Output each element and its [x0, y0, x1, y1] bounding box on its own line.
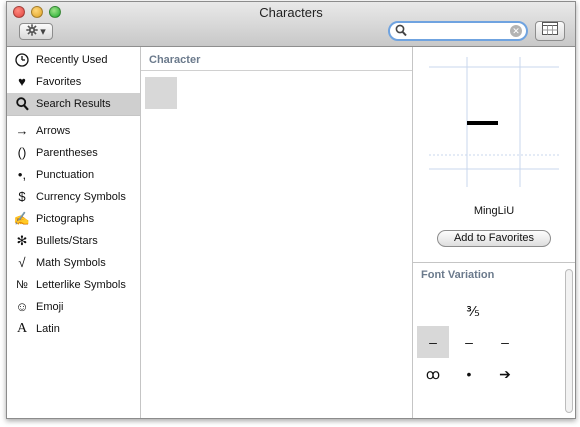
- characters-window: Characters ▾ ✕ Recently Used ♥ Favorites…: [6, 1, 576, 419]
- sidebar-item-label: Recently Used: [36, 54, 108, 66]
- font-name-label: MingLiU: [473, 205, 515, 217]
- sidebar-item-favorites[interactable]: ♥ Favorites: [7, 71, 140, 93]
- sqrt-icon: √: [18, 255, 26, 270]
- sidebar-item-letterlike-symbols[interactable]: № Letterlike Symbols: [7, 274, 140, 296]
- search-icon: [14, 97, 30, 111]
- sidebar-item-latin[interactable]: A Latin: [7, 318, 140, 340]
- variation-glyph[interactable]: •: [453, 358, 485, 390]
- sidebar-divider: [7, 115, 140, 116]
- pictograph-icon: ✍: [13, 211, 31, 226]
- variation-glyph[interactable]: –: [453, 326, 485, 358]
- sidebar-item-arrows[interactable]: → Arrows: [7, 120, 140, 142]
- sidebar-item-math-symbols[interactable]: √ Math Symbols: [7, 252, 140, 274]
- variation-glyph[interactable]: ➔: [489, 358, 521, 390]
- latin-a-icon: A: [16, 321, 28, 336]
- character-detail-panel: MingLiU Add to Favorites Font Variation …: [413, 47, 575, 418]
- chevron-down-icon: ▾: [40, 26, 46, 38]
- font-variation-header: Font Variation: [421, 269, 495, 281]
- dollar-icon: $: [18, 189, 26, 204]
- variation-glyph[interactable]: ꝏ: [417, 358, 449, 390]
- add-to-favorites-button[interactable]: Add to Favorites: [437, 230, 551, 247]
- variation-glyph[interactable]: –: [489, 326, 521, 358]
- sidebar-item-currency-symbols[interactable]: $ Currency Symbols: [7, 186, 140, 208]
- sidebar-item-label: Latin: [36, 323, 60, 335]
- sidebar-item-label: Punctuation: [36, 169, 95, 181]
- search-field[interactable]: ✕: [388, 21, 528, 41]
- search-input[interactable]: [410, 24, 506, 38]
- gear-icon: [26, 24, 38, 39]
- sidebar-item-emoji[interactable]: ☺ Emoji: [7, 296, 140, 318]
- variation-glyph[interactable]: –: [417, 326, 449, 358]
- sidebar-item-label: Letterlike Symbols: [36, 279, 126, 291]
- character-column-header: Character: [141, 47, 412, 71]
- search-icon: [395, 24, 407, 42]
- heart-icon: ♥: [18, 74, 26, 89]
- character-palette-button[interactable]: [535, 21, 565, 41]
- clock-icon: [14, 53, 30, 67]
- sidebar-item-label: Currency Symbols: [36, 191, 126, 203]
- character-cell[interactable]: [145, 77, 177, 109]
- sidebar-item-label: Parentheses: [36, 147, 98, 159]
- clear-search-icon[interactable]: ✕: [510, 25, 522, 37]
- variation-glyph[interactable]: ⅗: [457, 295, 489, 327]
- category-sidebar: Recently Used ♥ Favorites Search Results…: [7, 47, 141, 418]
- font-variation-scrollbar[interactable]: [565, 269, 573, 413]
- punctuation-icon: •,: [17, 167, 27, 182]
- sidebar-item-recently-used[interactable]: Recently Used: [7, 49, 140, 71]
- numero-icon: №: [16, 279, 28, 291]
- action-menu-button[interactable]: ▾: [19, 23, 53, 40]
- sidebar-item-bullets-stars[interactable]: ✻ Bullets/Stars: [7, 230, 140, 252]
- font-variation-section: Font Variation ⅗ – – – ꝏ • ➔: [413, 262, 575, 418]
- grid-icon: [542, 22, 558, 40]
- sidebar-item-parentheses[interactable]: () Parentheses: [7, 142, 140, 164]
- sidebar-item-label: Arrows: [36, 125, 71, 137]
- sidebar-item-pictographs[interactable]: ✍ Pictographs: [7, 208, 140, 230]
- asterisk-icon: ✻: [16, 233, 28, 248]
- character-list: Character: [141, 47, 413, 418]
- parentheses-icon: (): [17, 145, 27, 160]
- window-title: Characters: [259, 5, 323, 20]
- sidebar-item-label: Favorites: [36, 76, 82, 88]
- sidebar-item-label: Bullets/Stars: [36, 235, 98, 247]
- sidebar-item-search-results[interactable]: Search Results: [7, 93, 140, 115]
- sidebar-item-label: Math Symbols: [36, 257, 106, 269]
- arrow-icon: →: [15, 123, 29, 138]
- glyph-preview: [429, 57, 559, 187]
- title-bar: Characters ▾ ✕: [7, 2, 575, 47]
- sidebar-item-label: Emoji: [36, 301, 64, 313]
- smiley-icon: ☺: [15, 299, 29, 314]
- sidebar-item-label: Pictographs: [36, 213, 95, 225]
- sidebar-item-label: Search Results: [36, 98, 111, 110]
- sidebar-item-punctuation[interactable]: •, Punctuation: [7, 164, 140, 186]
